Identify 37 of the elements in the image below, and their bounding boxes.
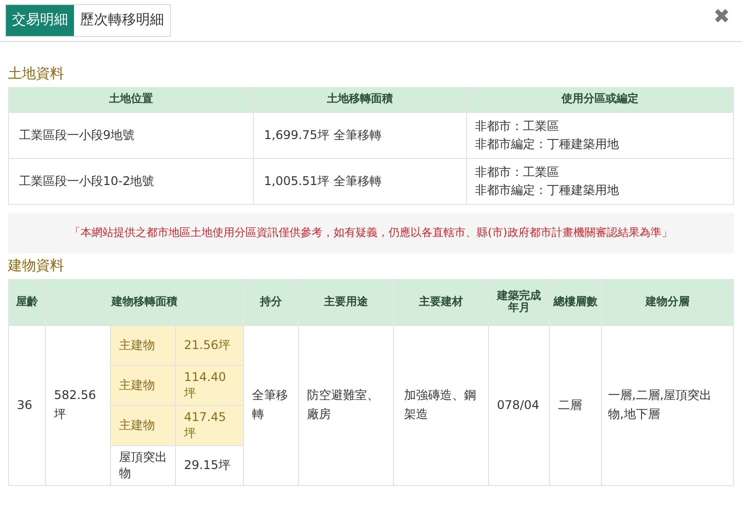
- column-header: 建物分層: [602, 279, 734, 325]
- tab[interactable]: 交易明細: [6, 5, 74, 36]
- table-cell: 二層: [550, 325, 602, 485]
- table-cell: 非都市：工業區 非都市編定：丁種建築用地: [466, 158, 734, 204]
- table-cell: 1,005.51坪 全筆移轉: [254, 158, 466, 204]
- column-header: 主要建材: [394, 279, 489, 325]
- table-cell: 一層,二層,屋頂突出物,地下層: [602, 325, 734, 485]
- table-cell: 全筆移轉: [244, 325, 299, 485]
- close-button[interactable]: ✖: [713, 6, 730, 26]
- table-cell: 主建物: [110, 365, 176, 405]
- table-cell: 417.45坪: [176, 405, 244, 445]
- column-header: 土地位置: [8, 87, 254, 112]
- column-header: 建築完成年月: [488, 279, 550, 325]
- notice-text: 「本網站提供之都市地區土地使用分區資訊僅供參考，如有疑義，仍應以各直轄市、縣(市)政府都市計畫機關審認結果為準」: [8, 212, 734, 253]
- table-cell: 屋頂突出物: [110, 445, 176, 485]
- column-header: 土地移轉面積: [254, 87, 466, 112]
- table-cell: 主建物: [110, 405, 176, 445]
- column-header: 使用分區或編定: [466, 87, 734, 112]
- section-title: 建物資料: [8, 257, 65, 276]
- table-cell: 29.15坪: [176, 445, 244, 485]
- table-cell: 主建物: [110, 325, 176, 365]
- table-cell: 工業區段一小段10-2地號: [8, 158, 254, 204]
- column-header: 建物移轉面積: [46, 279, 244, 325]
- table-cell: 078/04: [488, 325, 550, 485]
- table-cell: 36: [8, 325, 46, 485]
- table-cell: 防空避難室、廠房: [298, 325, 394, 485]
- column-header: 持分: [244, 279, 299, 325]
- column-header: 主要用途: [298, 279, 394, 325]
- table-cell: 加強磚造、鋼架造: [394, 325, 489, 485]
- table-cell: 114.40坪: [176, 365, 244, 405]
- column-header: 屋齡: [8, 279, 46, 325]
- column-header: 總樓層數: [550, 279, 602, 325]
- table-cell: 21.56坪: [176, 325, 244, 365]
- table-cell: 工業區段一小段9地號: [8, 112, 254, 158]
- table-cell: 1,699.75坪 全筆移轉: [254, 112, 466, 158]
- section-title: 土地資料: [8, 65, 65, 84]
- table-cell: 非都市：工業區 非都市編定：丁種建築用地: [466, 112, 734, 158]
